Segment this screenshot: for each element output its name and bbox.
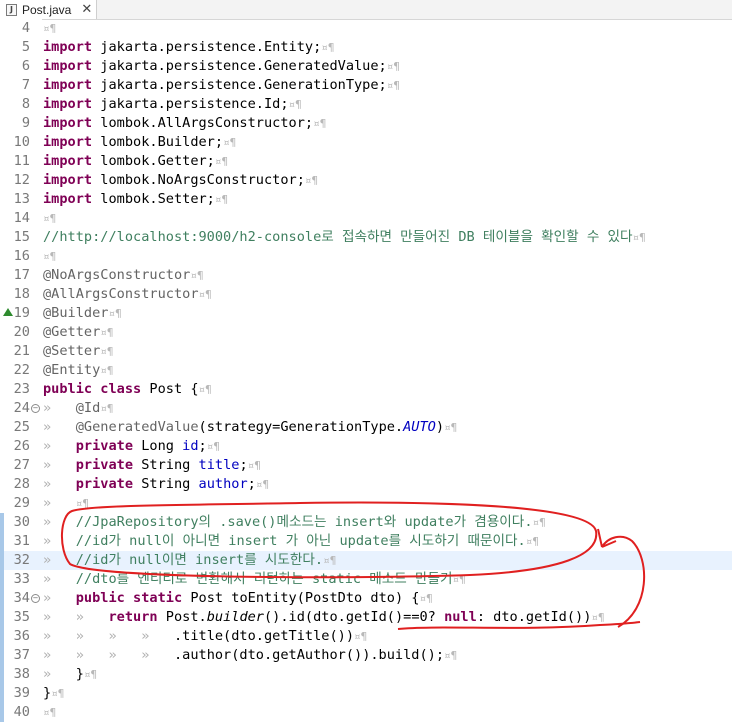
editor-tab-bar: J Post.java ✕ xyxy=(0,0,732,20)
annotation-arrow xyxy=(597,528,646,628)
tab-title: Post.java xyxy=(22,2,72,17)
annotation-underline xyxy=(397,621,641,630)
red-annotation xyxy=(60,501,646,630)
java-file-icon: J xyxy=(6,3,17,16)
annotation-ellipse xyxy=(60,501,598,579)
close-icon[interactable]: ✕ xyxy=(81,2,92,17)
tab-post-java[interactable]: J Post.java ✕ xyxy=(0,0,97,19)
